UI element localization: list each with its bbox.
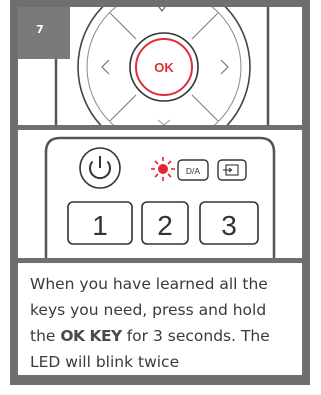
instruction-text: When you have learned all the keys you n… [30, 271, 292, 375]
number-key-2-label: 2 [157, 210, 173, 241]
ok-button-label: OK [154, 60, 174, 75]
top-arrow-icon [158, 7, 166, 12]
step-number-badge: 7 [18, 7, 70, 59]
dpad-right-arrow-icon [220, 59, 229, 75]
dpad-sep-1 [109, 12, 137, 40]
number-key-3-label: 3 [221, 210, 237, 241]
dpad-sep-3 [109, 94, 137, 122]
instruction-text-panel: When you have learned all the keys you n… [18, 263, 302, 375]
remote-keys-panel: D/A 1 2 3 [18, 130, 302, 258]
number-key-1-label: 1 [92, 210, 108, 241]
instruction-card: OK 7 D/A 1 2 3 When you have learned all… [10, 0, 310, 385]
dpad-sep-2 [191, 12, 219, 40]
dpad-sep-4 [191, 94, 219, 122]
dpad-down-arrow-icon [157, 119, 171, 125]
remote-keys-illustration: D/A 1 2 3 [44, 136, 276, 258]
dpad-left-arrow-icon [101, 59, 110, 75]
ok-key-emphasis: OK KEY [60, 327, 122, 345]
led-blink-icon [151, 157, 175, 181]
da-key-label: D/A [186, 166, 201, 176]
dpad-illustration-panel: OK 7 [18, 7, 302, 125]
